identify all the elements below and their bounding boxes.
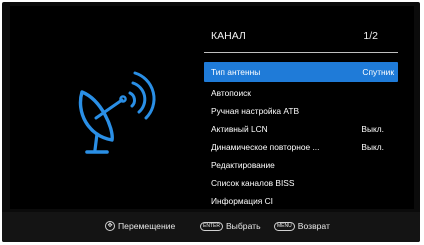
menu-item-active-lcn[interactable]: Активный LCN Выкл. [204, 120, 398, 138]
menu-list: Тип антенны Спутник Автопоиск Ручная нас… [204, 62, 398, 210]
dpad-icon: ✥ [105, 221, 115, 231]
hint-back-label: Возврат [297, 221, 330, 231]
menu-item-biss-channel-list[interactable]: Список каналов BISS [204, 174, 398, 192]
hint-move: ✥ Перемещение [105, 221, 175, 231]
hint-select-label: Выбрать [225, 221, 261, 231]
menu-item-label: Тип антенны [211, 67, 261, 77]
menu-item-manual-atv-tuning[interactable]: Ручная настройка АТВ [204, 102, 398, 120]
menu-item-label: Активный LCN [211, 124, 268, 134]
satellite-dish-icon [72, 70, 158, 166]
menu-item-label: Динамическое повторное ... [211, 142, 320, 152]
enter-key-icon: ENTER [200, 221, 223, 231]
menu-item-auto-scan[interactable]: Автопоиск [204, 84, 398, 102]
menu-item-value: Спутник [362, 67, 394, 77]
menu-header: КАНАЛ 1/2 [204, 24, 398, 48]
menu-item-label: Редактирование [211, 160, 275, 170]
menu-item-ci-info[interactable]: Информация CI [204, 192, 398, 210]
menu-item-value: Выкл. [361, 124, 384, 134]
hint-move-label: Перемещение [118, 221, 176, 231]
page-title: КАНАЛ [211, 30, 246, 42]
tv-screen: КАНАЛ 1/2 Тип антенны Спутник Автопоиск … [2, 2, 420, 242]
header-divider [204, 52, 398, 53]
menu-item-label: Ручная настройка АТВ [211, 106, 300, 116]
menu-key-icon: MENU [274, 221, 295, 231]
menu-item-dynamic-rescan[interactable]: Динамическое повторное ... Выкл. [204, 138, 398, 156]
menu-item-label: Информация CI [211, 196, 273, 206]
footer-hints: ✥ Перемещение ENTER Выбрать MENU Возврат [2, 212, 420, 242]
menu-item-label: Список каналов BISS [211, 178, 295, 188]
hint-back: MENU Возврат [274, 221, 330, 231]
menu-item-label: Автопоиск [211, 88, 251, 98]
page-indicator: 1/2 [363, 30, 378, 42]
menu-item-edit[interactable]: Редактирование [204, 156, 398, 174]
menu-content-area: КАНАЛ 1/2 Тип антенны Спутник Автопоиск … [10, 6, 414, 209]
hint-select: ENTER Выбрать [200, 221, 261, 231]
menu-item-antenna-type[interactable]: Тип антенны Спутник [204, 62, 398, 82]
menu-item-value: Выкл. [361, 142, 384, 152]
channel-menu-panel: КАНАЛ 1/2 Тип антенны Спутник Автопоиск … [204, 24, 398, 210]
